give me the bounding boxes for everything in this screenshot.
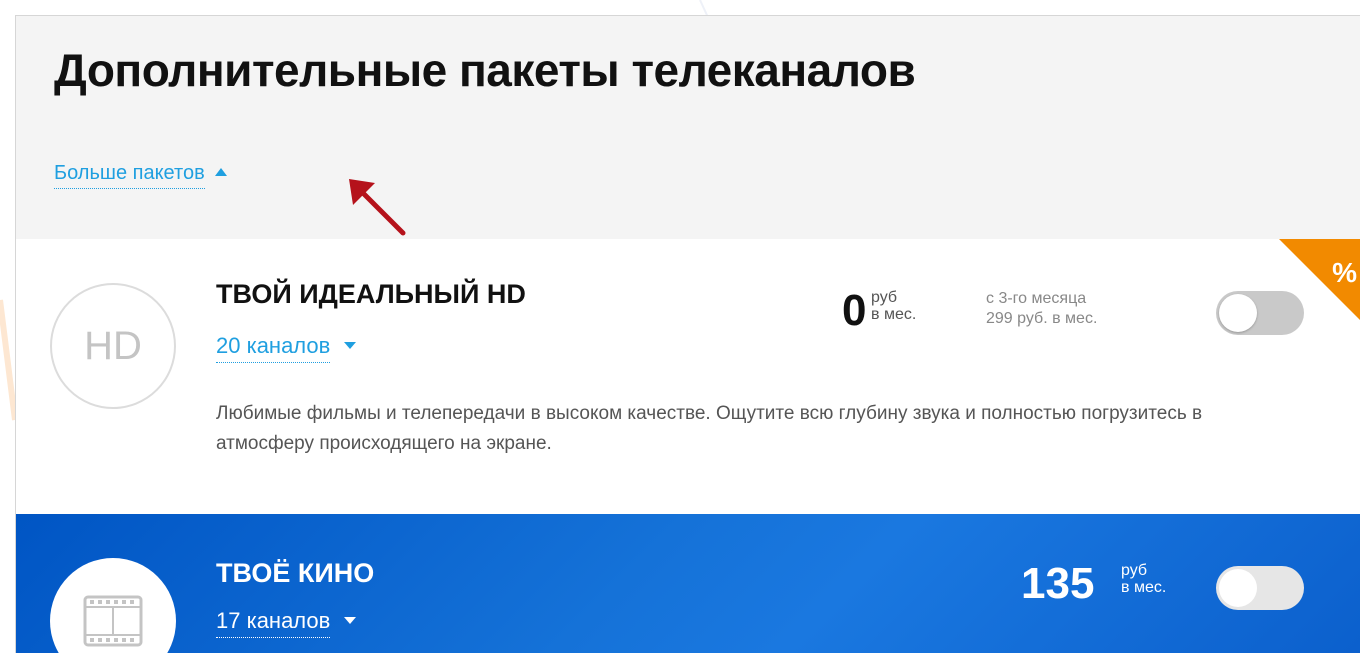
price-period: в мес.	[1121, 579, 1167, 596]
more-packages-label: Больше пакетов	[54, 162, 205, 189]
price-value: 0	[842, 286, 867, 335]
hd-icon-label: HD	[84, 323, 142, 368]
toggle-knob	[1219, 294, 1257, 332]
caret-down-icon	[344, 617, 357, 624]
package-toggle[interactable]	[1216, 566, 1304, 610]
package-toggle[interactable]	[1216, 291, 1304, 335]
tv-packages-panel: Дополнительные пакеты телеканалов Больше…	[15, 15, 1360, 653]
annotation-arrow-icon	[349, 179, 406, 236]
promo-note-line-1: с 3-го месяца	[986, 290, 1087, 307]
package-card-hd: HD ТВОЙ ИДЕАЛЬНЫЙ HD 20 каналов 0 руб в …	[16, 239, 1360, 514]
channels-dropdown[interactable]: 17 каналов	[216, 608, 357, 638]
promo-price-note: с 3-го месяца 299 руб. в мес.	[986, 289, 1097, 329]
film-icon	[50, 558, 176, 653]
package-title: ТВОЁ КИНО	[216, 558, 375, 588]
channels-dropdown[interactable]: 20 каналов	[216, 333, 357, 363]
channels-count: 17 каналов	[216, 608, 331, 638]
hd-icon: HD	[50, 283, 176, 409]
package-card-kino: ТВОЁ КИНО 17 каналов 135 руб в мес.	[16, 514, 1360, 653]
price-unit: руб в мес.	[1121, 562, 1166, 596]
package-title: ТВОЙ ИДЕАЛЬНЫЙ HD	[216, 279, 526, 309]
caret-up-icon	[214, 168, 227, 176]
price-currency: руб	[871, 289, 898, 306]
channels-count: 20 каналов	[216, 333, 331, 363]
page-title: Дополнительные пакеты телеканалов	[54, 44, 916, 96]
price-period: в мес.	[871, 306, 917, 323]
price-currency: руб	[1121, 562, 1148, 579]
package-description: Любимые фильмы и телепередачи в высоком …	[216, 403, 1203, 454]
price-unit: руб в мес.	[871, 289, 916, 323]
more-packages-link[interactable]: Больше пакетов	[54, 162, 227, 189]
caret-down-icon	[344, 342, 357, 349]
promo-note-line-2: 299 руб. в мес.	[986, 310, 1098, 327]
percent-icon: %	[1332, 257, 1357, 288]
film-strip-icon	[83, 595, 143, 647]
toggle-knob	[1219, 569, 1257, 607]
price-value: 135	[1021, 559, 1095, 608]
